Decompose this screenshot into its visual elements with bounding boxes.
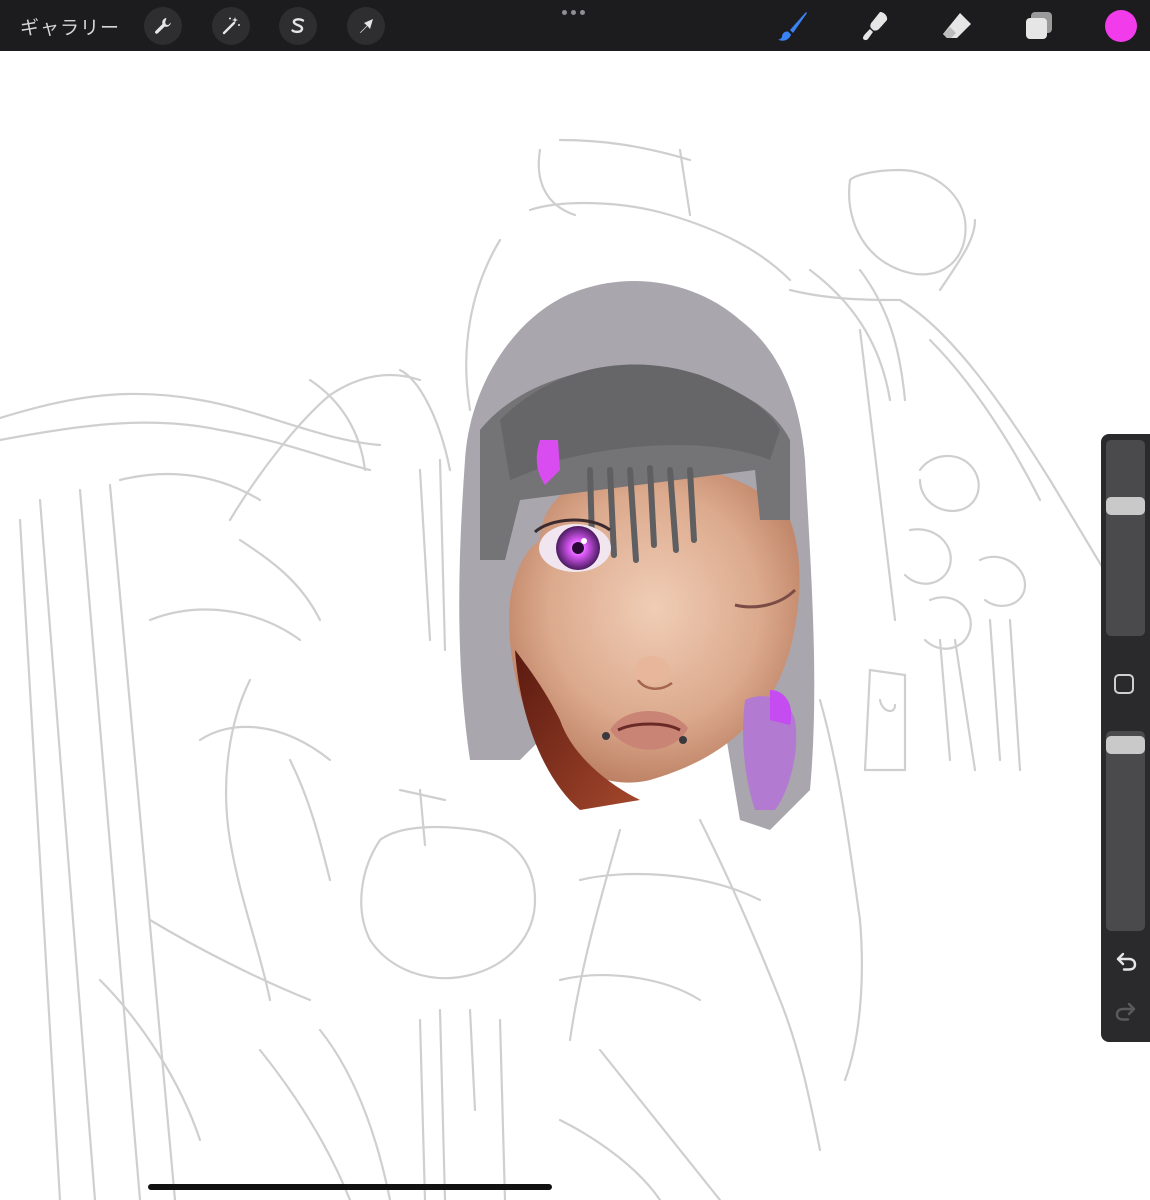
smudge-tool-button[interactable] [858,9,892,43]
modifier-square-icon[interactable] [1114,674,1134,694]
opacity-slider[interactable] [1106,731,1145,931]
selection-s-icon [291,18,305,34]
opacity-thumb[interactable] [1106,736,1145,754]
undo-button[interactable] [1112,950,1140,974]
transform-button[interactable] [347,7,385,45]
dot-icon [571,10,576,15]
adjustments-button[interactable] [212,7,250,45]
dot-icon [562,10,567,15]
home-indicator[interactable] [148,1184,552,1190]
brush-size-thumb[interactable] [1106,497,1145,515]
brush-size-slider[interactable] [1106,440,1145,636]
brush-tool-button[interactable] [776,9,810,43]
top-toolbar: ギャラリー [0,0,1150,51]
brush-icon [778,12,807,41]
brush-sidebar [1101,434,1150,1042]
wrench-icon [155,18,171,34]
smudge-icon [863,12,888,41]
dot-icon [580,10,585,15]
undo-icon [1116,952,1137,971]
layers-icon [1026,12,1052,39]
color-picker-button[interactable] [1105,10,1137,42]
magic-wand-icon [222,17,240,35]
redo-button[interactable] [1112,1000,1140,1024]
eraser-tool-button[interactable] [940,9,974,43]
arrow-transform-icon [360,19,373,33]
selection-button[interactable] [279,7,317,45]
more-options-button[interactable] [562,10,585,15]
redo-icon [1115,1002,1136,1021]
actions-button[interactable] [144,7,182,45]
layers-button[interactable] [1022,9,1056,43]
eraser-icon [943,13,971,38]
painted-portrait [459,281,815,830]
drawing-canvas[interactable] [0,51,1150,1200]
gallery-button[interactable]: ギャラリー [20,13,120,40]
